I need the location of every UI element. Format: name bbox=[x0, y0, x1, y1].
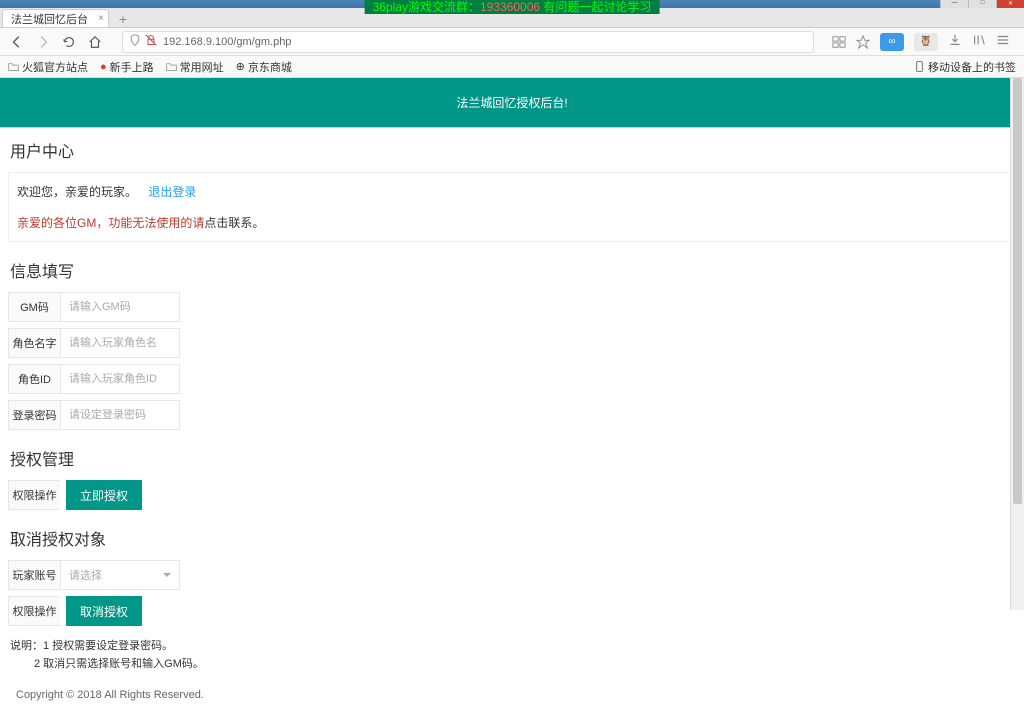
tab-title: 法兰城回忆后台 bbox=[11, 11, 88, 27]
bookmark-mobile[interactable]: 移动设备上的书签 bbox=[914, 59, 1016, 75]
download-icon[interactable] bbox=[948, 33, 962, 50]
banner-suffix: 有问题一起讨论学习 bbox=[540, 0, 651, 14]
role-id-input[interactable] bbox=[60, 364, 180, 394]
reload-button[interactable] bbox=[60, 33, 78, 51]
form-title: 信息填写 bbox=[8, 248, 1016, 292]
tab-close-icon[interactable]: × bbox=[98, 13, 104, 24]
nav-bar: 192.168.9.100/gm/gm.php ∞ 🦉 bbox=[0, 28, 1024, 56]
globe-icon: ⊕ bbox=[236, 60, 245, 73]
window-minimize-button[interactable]: — bbox=[940, 0, 968, 8]
window-maximize-button[interactable]: □ bbox=[968, 0, 996, 8]
fire-icon: ● bbox=[100, 61, 107, 73]
page-footer: Copyright © 2018 All Rights Reserved. bbox=[8, 679, 1016, 711]
gm-code-input[interactable] bbox=[60, 292, 180, 322]
lock-warning-icon bbox=[145, 34, 157, 49]
cancel-op-label: 权限操作 bbox=[8, 596, 60, 626]
menu-icon[interactable] bbox=[996, 33, 1010, 50]
player-account-label: 玩家账号 bbox=[8, 560, 60, 590]
home-button[interactable] bbox=[86, 33, 104, 51]
shield-icon bbox=[129, 34, 141, 49]
library-icon[interactable] bbox=[972, 33, 986, 50]
scrollbar-thumb[interactable] bbox=[1013, 78, 1022, 504]
banner-number: 193360006 bbox=[480, 0, 540, 14]
warning-text: 亲爱的各位GM，功能无法使用的请点击联系。 bbox=[17, 214, 1007, 231]
reader-view-icon[interactable] bbox=[832, 35, 846, 49]
extension-owl-icon[interactable]: 🦉 bbox=[914, 33, 938, 51]
password-label: 登录密码 bbox=[8, 400, 60, 430]
auth-title: 授权管理 bbox=[8, 436, 1016, 480]
cancel-title: 取消授权对象 bbox=[8, 516, 1016, 560]
promo-banner: 36play游戏交流群：193360006 有问题一起讨论学习 bbox=[365, 0, 660, 14]
banner-prefix: 36play游戏交流群： bbox=[373, 0, 480, 14]
bookmark-jd[interactable]: ⊕京东商城 bbox=[236, 59, 292, 75]
bookmark-newbie[interactable]: ●新手上路 bbox=[100, 59, 154, 75]
welcome-panel: 欢迎您，亲爱的玩家。 退出登录 亲爱的各位GM，功能无法使用的请点击联系。 bbox=[8, 172, 1016, 242]
role-name-input[interactable] bbox=[60, 328, 180, 358]
password-input[interactable] bbox=[60, 400, 180, 430]
user-center-title: 用户中心 bbox=[8, 128, 1016, 172]
bookmark-common[interactable]: 常用网址 bbox=[166, 59, 224, 75]
auth-op-label: 权限操作 bbox=[8, 480, 60, 510]
role-id-label: 角色ID bbox=[8, 364, 60, 394]
bookmark-firefox[interactable]: 火狐官方站点 bbox=[8, 59, 88, 75]
cancel-authorize-button[interactable]: 取消授权 bbox=[66, 596, 142, 626]
bookmark-bar: 火狐官方站点 ●新手上路 常用网址 ⊕京东商城 移动设备上的书签 bbox=[0, 56, 1024, 78]
logout-link[interactable]: 退出登录 bbox=[148, 185, 196, 199]
back-button[interactable] bbox=[8, 33, 26, 51]
window-close-button[interactable]: ✕ bbox=[996, 0, 1024, 8]
url-text: 192.168.9.100/gm/gm.php bbox=[163, 36, 291, 48]
gm-code-label: GM码 bbox=[8, 292, 60, 322]
vertical-scrollbar[interactable] bbox=[1010, 78, 1024, 610]
extension-cloud-icon[interactable]: ∞ bbox=[880, 33, 904, 51]
note-line-1: 说明：1 授权需要设定登录密码。 bbox=[10, 638, 1014, 656]
welcome-text: 欢迎您，亲爱的玩家。 bbox=[17, 185, 137, 199]
note-line-2: 2 取消只需选择账号和输入GM码。 bbox=[10, 656, 1014, 674]
authorize-button[interactable]: 立即授权 bbox=[66, 480, 142, 510]
page-header: 法兰城回忆授权后台! bbox=[0, 78, 1024, 128]
role-name-label: 角色名字 bbox=[8, 328, 60, 358]
notes-section: 说明：1 授权需要设定登录密码。 2 取消只需选择账号和输入GM码。 bbox=[8, 632, 1016, 679]
bookmark-star-icon[interactable] bbox=[856, 35, 870, 49]
browser-tab[interactable]: 法兰城回忆后台 × bbox=[2, 9, 109, 27]
page-content: 法兰城回忆授权后台! 用户中心 欢迎您，亲爱的玩家。 退出登录 亲爱的各位GM，… bbox=[0, 78, 1024, 711]
forward-button[interactable] bbox=[34, 33, 52, 51]
url-bar[interactable]: 192.168.9.100/gm/gm.php bbox=[122, 31, 814, 53]
player-account-select[interactable]: 请选择 bbox=[60, 560, 180, 590]
new-tab-button[interactable]: + bbox=[113, 11, 133, 27]
